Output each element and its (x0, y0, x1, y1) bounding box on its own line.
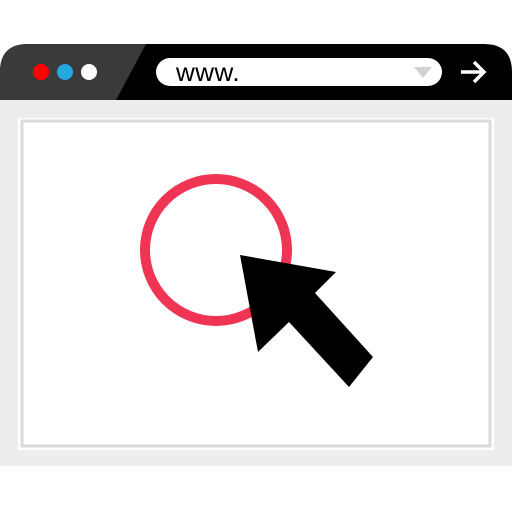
browser-window (0, 44, 512, 466)
window-maximize-button[interactable] (81, 64, 97, 80)
window-close-button[interactable] (33, 64, 49, 80)
browser-window-illustration: www. (0, 0, 512, 512)
window-minimize-button[interactable] (57, 64, 73, 80)
address-bar-text[interactable]: www. (176, 56, 240, 88)
